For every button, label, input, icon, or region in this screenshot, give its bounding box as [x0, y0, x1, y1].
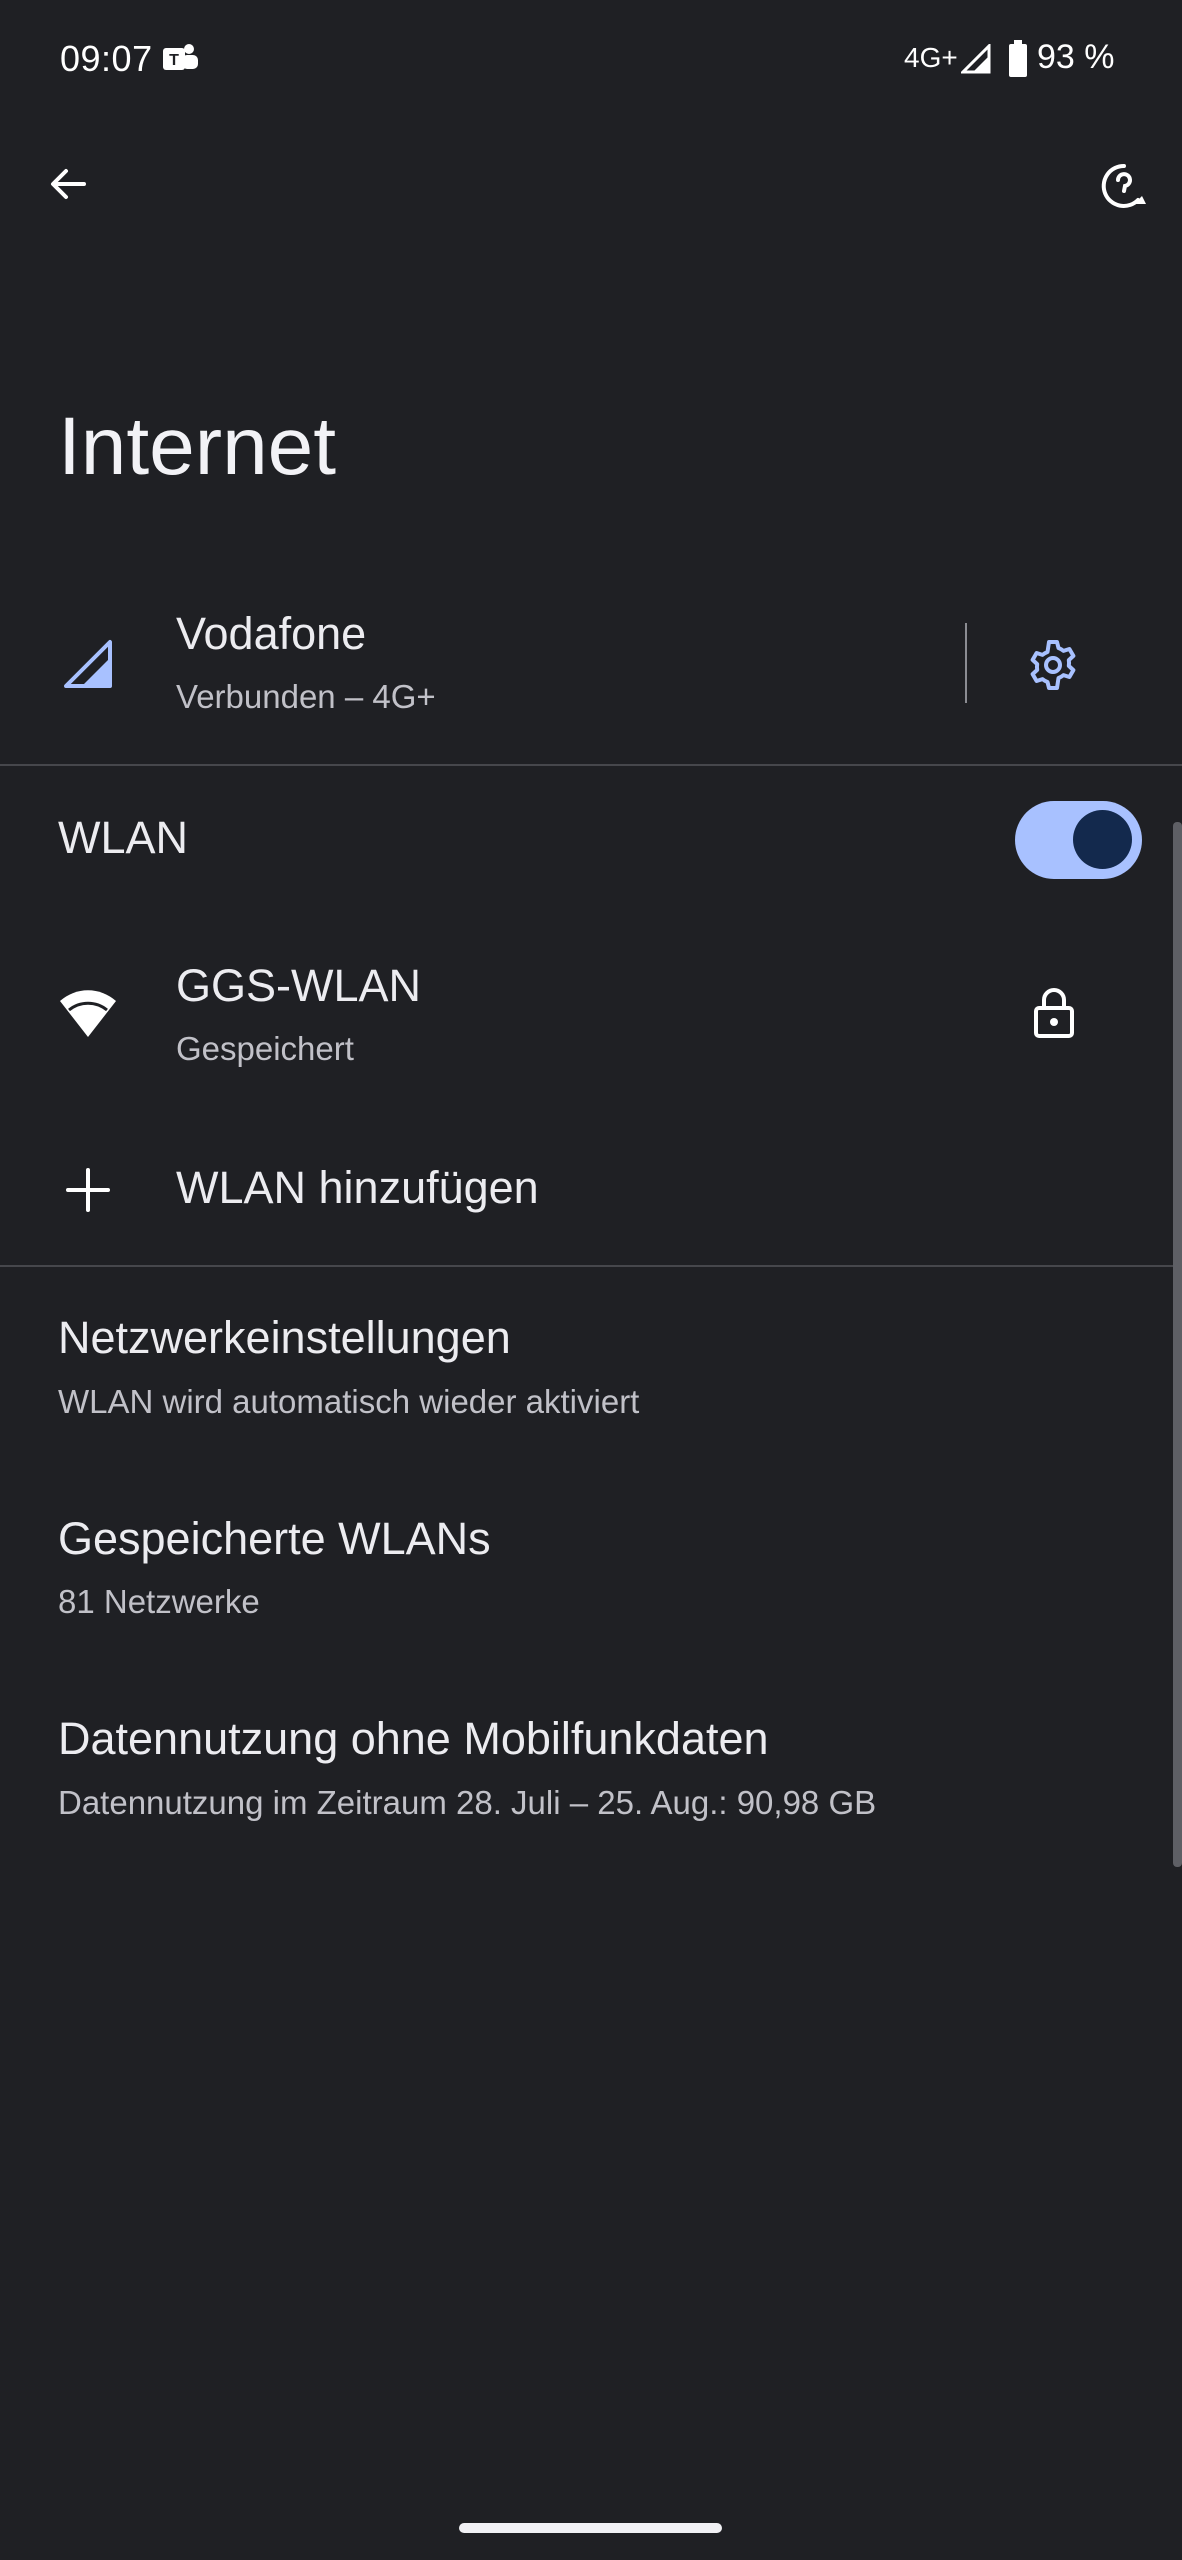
help-icon[interactable] [1098, 160, 1150, 212]
page-title: Internet [58, 401, 337, 492]
scrollbar[interactable] [1173, 822, 1182, 1867]
add-wlan-button[interactable]: WLAN hinzufügen [176, 1162, 539, 1214]
back-icon[interactable] [44, 160, 92, 208]
data-usage-title[interactable]: Datennutzung ohne Mobilfunkdaten [58, 1713, 769, 1765]
home-gesture-bar[interactable] [459, 2523, 722, 2533]
wlan-label: WLAN [58, 812, 189, 863]
mobile-network-name[interactable]: Vodafone [176, 608, 366, 660]
divider [0, 1265, 1182, 1267]
teams-icon: T [163, 44, 198, 70]
battery-icon [1009, 40, 1027, 77]
signal-icon [961, 44, 991, 74]
plus-icon [66, 1168, 110, 1212]
wlan-toggle-knob [1073, 810, 1132, 869]
wifi-icon [60, 990, 116, 1037]
gear-icon[interactable] [1025, 637, 1081, 693]
divider [0, 764, 1182, 766]
saved-wlans-subtitle: 81 Netzwerke [58, 1583, 260, 1620]
vertical-separator [965, 623, 967, 703]
svg-text:T: T [169, 52, 179, 69]
network-settings-subtitle: WLAN wird automatisch wieder aktiviert [58, 1383, 640, 1420]
network-type: 4G+ [904, 42, 958, 73]
cellular-signal-icon [64, 640, 112, 688]
wifi-network-name[interactable]: GGS-WLAN [176, 960, 421, 1012]
saved-wlans-title[interactable]: Gespeicherte WLANs [58, 1513, 491, 1565]
network-settings-title[interactable]: Netzwerkeinstellungen [58, 1312, 511, 1364]
data-usage-subtitle: Datennutzung im Zeitraum 28. Juli – 25. … [58, 1784, 877, 1821]
mobile-network-status: Verbunden – 4G+ [176, 678, 436, 715]
battery-percent: 93 % [1037, 38, 1115, 76]
lock-icon [1034, 988, 1074, 1038]
wifi-network-status: Gespeichert [176, 1030, 354, 1067]
status-time: 09:07 [60, 38, 153, 79]
